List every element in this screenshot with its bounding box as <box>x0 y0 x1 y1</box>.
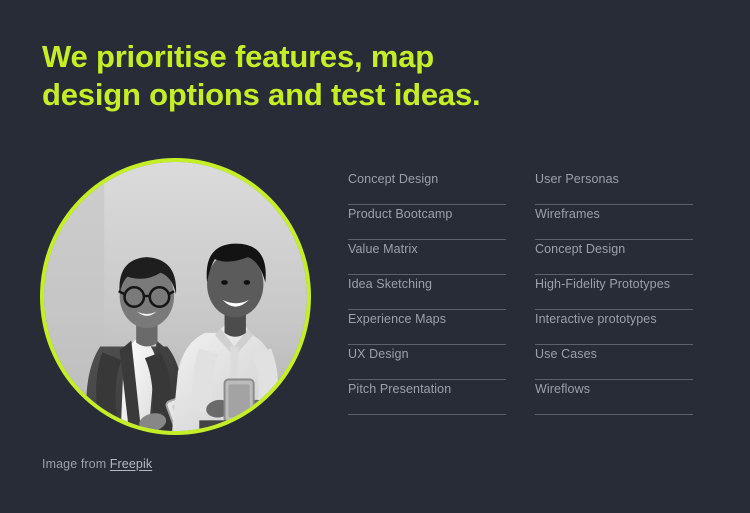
list-item[interactable]: UX Design <box>348 345 506 380</box>
image-credit: Image from Freepik <box>42 457 152 471</box>
list-item-label: Idea Sketching <box>348 277 433 291</box>
list-item[interactable]: Idea Sketching <box>348 275 506 310</box>
list-item[interactable]: High-Fidelity Prototypes <box>535 275 693 310</box>
team-photo <box>44 162 307 431</box>
list-item-label: User Personas <box>535 172 619 186</box>
list-item[interactable]: User Personas <box>535 170 693 205</box>
services-column-1: Concept Design Product Bootcamp Value Ma… <box>348 170 506 415</box>
list-item-label: Experience Maps <box>348 312 447 326</box>
image-credit-prefix: Image from <box>42 457 110 471</box>
list-item-label: UX Design <box>348 347 409 361</box>
page-root: We prioritise features, map design optio… <box>0 0 750 513</box>
list-item-label: Product Bootcamp <box>348 207 453 221</box>
list-item-label: Interactive prototypes <box>535 312 657 326</box>
list-item-label: Value Matrix <box>348 242 418 256</box>
list-item[interactable]: Wireframes <box>535 205 693 240</box>
list-item[interactable]: Concept Design <box>348 170 506 205</box>
list-item-label: Pitch Presentation <box>348 382 452 396</box>
list-item[interactable]: Concept Design <box>535 240 693 275</box>
page-title-line-1: We prioritise features, map <box>42 39 434 74</box>
list-item-label: Wireframes <box>535 207 600 221</box>
list-item-label: High-Fidelity Prototypes <box>535 277 671 291</box>
page-title-line-2: design options and test ideas. <box>42 77 481 112</box>
list-item[interactable]: Experience Maps <box>348 310 506 345</box>
team-photo-illustration <box>44 162 307 431</box>
freepik-link[interactable]: Freepik <box>110 457 152 471</box>
list-item[interactable]: Value Matrix <box>348 240 506 275</box>
list-item[interactable]: Product Bootcamp <box>348 205 506 240</box>
list-item-label: Concept Design <box>535 242 626 256</box>
page-title: We prioritise features, map design optio… <box>42 38 562 114</box>
list-item-label: Use Cases <box>535 347 598 361</box>
list-item-label: Wireflows <box>535 382 591 396</box>
list-item[interactable]: Wireflows <box>535 380 693 415</box>
list-item-label: Concept Design <box>348 172 439 186</box>
list-item[interactable]: Pitch Presentation <box>348 380 506 415</box>
services-column-2: User Personas Wireframes Concept Design … <box>535 170 693 415</box>
photo-circle <box>40 158 311 435</box>
list-item[interactable]: Interactive prototypes <box>535 310 693 345</box>
list-item[interactable]: Use Cases <box>535 345 693 380</box>
